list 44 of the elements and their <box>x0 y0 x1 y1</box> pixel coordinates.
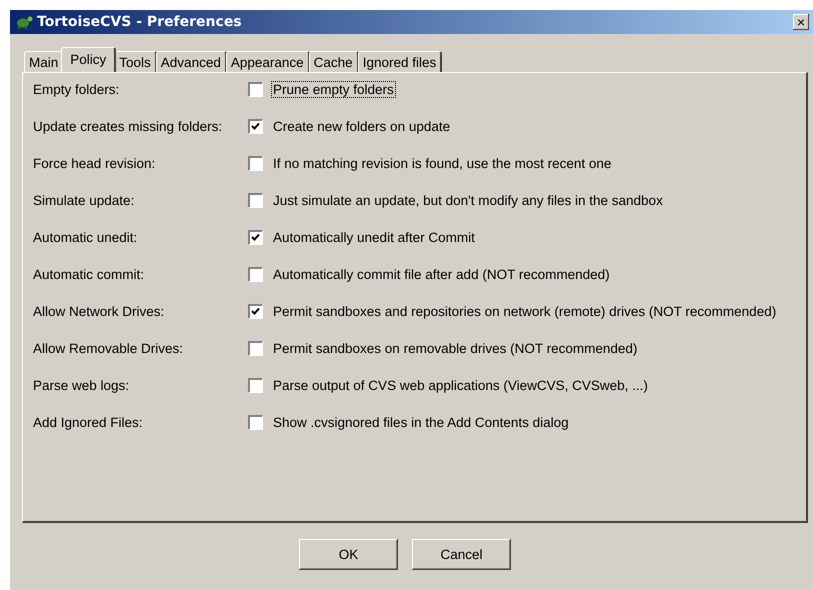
checkbox[interactable] <box>248 304 263 319</box>
checkbox[interactable] <box>248 82 263 97</box>
checkbox-label[interactable]: If no matching revision is found, use the most recent one <box>271 155 614 172</box>
tab[interactable]: Policy <box>61 47 116 72</box>
checkbox-label[interactable]: Parse output of CVS web applications (ViewCVS, CVSweb, ...) <box>271 377 650 394</box>
checkmark-icon <box>251 233 260 242</box>
checkbox[interactable] <box>248 267 263 282</box>
window-title: TortoiseCVS - Preferences <box>37 14 242 30</box>
setting-label: Add Ignored Files: <box>33 415 144 430</box>
close-button[interactable]: × <box>793 14 809 30</box>
setting-label: Update creates missing folders: <box>33 119 224 134</box>
checkbox[interactable] <box>248 341 263 356</box>
tab[interactable]: Appearance <box>226 51 310 72</box>
setting-label: Parse web logs: <box>33 378 130 393</box>
setting-label: Allow Removable Drives: <box>33 341 184 356</box>
checkbox-label[interactable]: Show .cvsignored files in the Add Contents dialog <box>271 414 571 431</box>
dialog-button[interactable]: OK <box>299 539 398 570</box>
checkbox-label[interactable]: Permit sandboxes and repositories on network (remote) drives (NOT recommended) <box>271 303 778 320</box>
checkmark-icon <box>251 122 260 131</box>
checkbox-label[interactable]: Create new folders on update <box>271 118 452 135</box>
tab[interactable]: Cache <box>308 51 359 72</box>
dialog-button[interactable]: Cancel <box>412 539 511 570</box>
checkbox-label[interactable]: Just simulate an update, but don't modify any files in the sandbox <box>271 192 665 209</box>
setting-label: Allow Network Drives: <box>33 304 166 319</box>
checkbox[interactable] <box>248 156 263 171</box>
setting-label: Automatic commit: <box>33 267 146 282</box>
checkbox[interactable] <box>248 230 263 245</box>
checkbox[interactable] <box>248 193 263 208</box>
turtle-icon <box>14 14 34 30</box>
tab[interactable]: Ignored files <box>358 51 442 72</box>
checkbox[interactable] <box>248 378 263 393</box>
setting-label: Automatic unedit: <box>33 230 138 245</box>
setting-label: Force head revision: <box>33 156 156 171</box>
checkbox-label[interactable]: Prune empty folders <box>271 81 396 98</box>
checkmark-icon <box>251 307 260 316</box>
tab[interactable]: Tools <box>114 51 157 72</box>
setting-label: Empty folders: <box>33 82 120 97</box>
checkbox-label[interactable]: Automatically unedit after Commit <box>271 229 477 246</box>
checkbox-label[interactable]: Permit sandboxes on removable drives (NOT recommended) <box>271 340 640 357</box>
tab[interactable]: Advanced <box>156 51 227 72</box>
setting-label: Simulate update: <box>33 193 136 208</box>
checkbox[interactable] <box>248 119 263 134</box>
checkbox[interactable] <box>248 415 263 430</box>
checkbox-label[interactable]: Automatically commit file after add (NOT recommended) <box>271 266 612 283</box>
